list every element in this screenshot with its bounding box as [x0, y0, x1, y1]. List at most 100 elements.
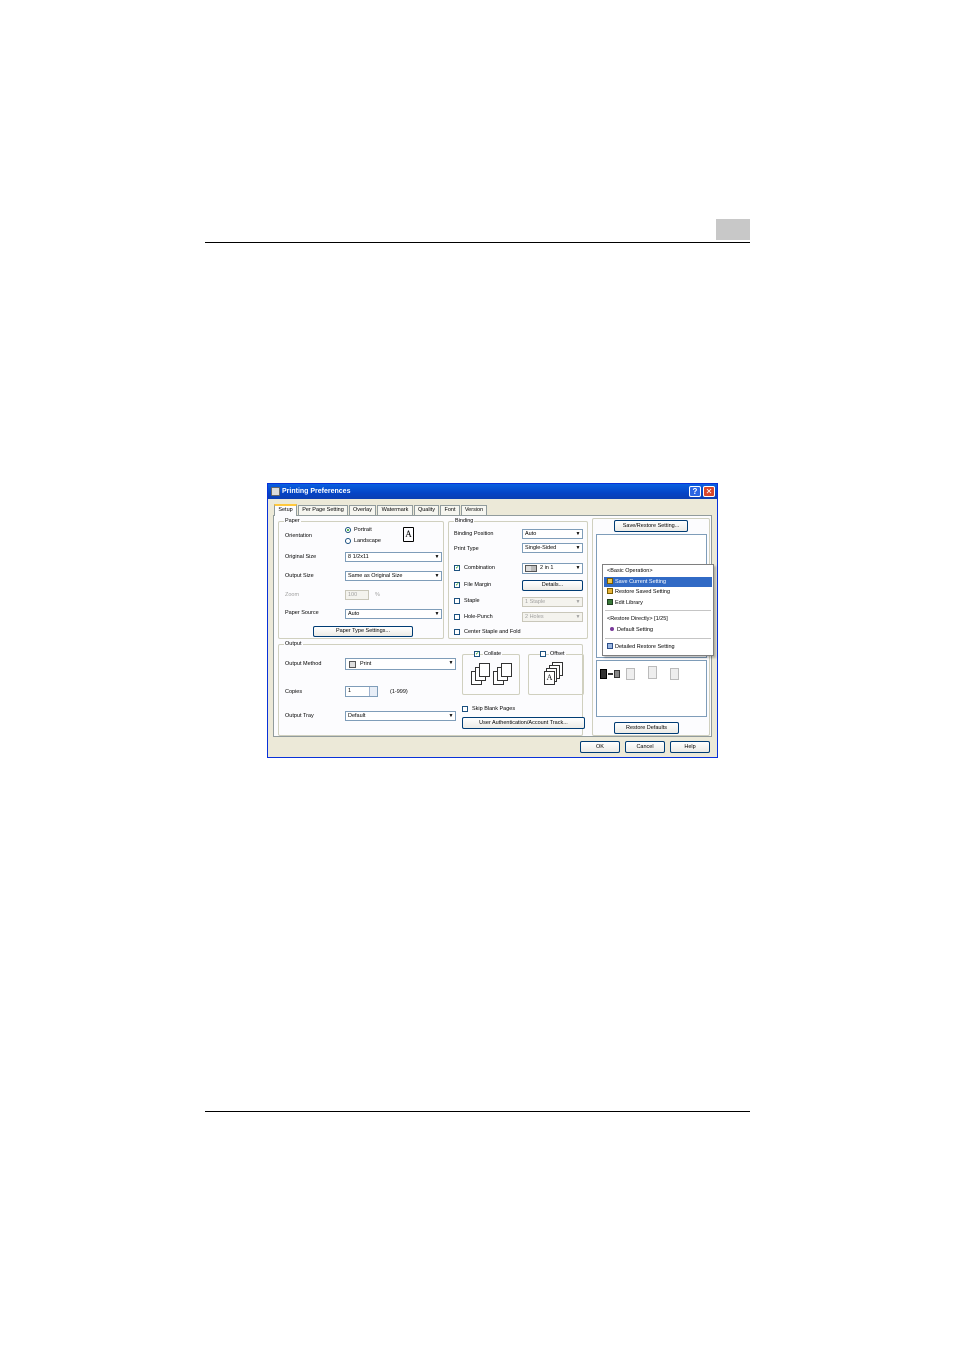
hole-punch-checkbox[interactable]	[454, 614, 460, 620]
menu-header-basic: <Basic Operation>	[607, 568, 653, 574]
original-size-select[interactable]: 8 1/2x11 ▼	[345, 552, 442, 562]
print-type-select[interactable]: Single-Sided ▼	[522, 543, 583, 553]
tray-icon	[614, 670, 620, 678]
zoom-unit: %	[375, 592, 380, 598]
landscape-radio[interactable]	[345, 538, 351, 544]
tab-setup[interactable]: Setup	[274, 504, 297, 516]
offset-label[interactable]: Offset	[549, 650, 566, 658]
question-icon: ?	[692, 487, 698, 496]
binding-position-select[interactable]: Auto ▼	[522, 529, 583, 539]
print-type-label: Print Type	[454, 546, 479, 552]
paper-source-select[interactable]: Auto ▼	[345, 609, 442, 619]
original-size-value: 8 1/2x11	[348, 554, 369, 560]
tab-per-page-setting[interactable]: Per Page Setting	[298, 505, 348, 515]
tab-watermark[interactable]: Watermark	[377, 505, 413, 515]
output-tray-select[interactable]: Default ▼	[345, 711, 456, 721]
user-authentication-button[interactable]: User Authentication/Account Track...	[462, 717, 585, 729]
help-button[interactable]: Help	[670, 741, 710, 753]
output-method-select[interactable]: Print ▼	[345, 658, 456, 670]
staple-checkbox[interactable]	[454, 598, 460, 604]
menu-separator	[605, 638, 711, 639]
finishing-preview	[596, 660, 707, 717]
close-button[interactable]: ✕	[703, 486, 715, 497]
combination-checkbox[interactable]: ✓	[454, 565, 460, 571]
help-title-button[interactable]: ?	[689, 486, 701, 497]
save-restore-menu: <Basic Operation> Save Current Setting R…	[602, 564, 714, 656]
chevron-down-icon: ▼	[574, 598, 582, 606]
combination-label[interactable]: Combination	[464, 564, 495, 572]
collate-label[interactable]: Collate	[483, 650, 503, 658]
bullet-icon	[610, 627, 614, 631]
zoom-spinner[interactable]: 100	[345, 590, 369, 600]
hole-punch-label[interactable]: Hole-Punch	[464, 613, 493, 621]
save-icon	[607, 578, 613, 584]
output-group-label: Output	[284, 640, 303, 648]
file-margin-checkbox[interactable]: ✓	[454, 582, 460, 588]
menu-item-restore-saved[interactable]: Restore Saved Setting	[604, 587, 712, 597]
offset-checkbox[interactable]	[540, 651, 546, 657]
offset-box: Offset A	[528, 650, 584, 695]
tab-quality[interactable]: Quality	[414, 505, 439, 515]
staple-select[interactable]: 1 Staple ▼	[522, 597, 583, 607]
folder-icon	[607, 588, 613, 594]
menu-item-default-setting-label: Default Setting	[617, 627, 654, 633]
device-icon	[600, 669, 607, 679]
chevron-down-icon: ▼	[574, 613, 582, 621]
center-staple-label[interactable]: Center Staple and Fold	[464, 628, 521, 636]
binding-group: Binding Binding Position Auto ▼ Print Ty…	[448, 517, 588, 639]
copies-range: (1-999)	[390, 689, 408, 695]
paper-group: Paper Orientation Portrait Landscape A O…	[278, 517, 444, 639]
menu-item-default-setting[interactable]: Default Setting	[604, 625, 712, 635]
zoom-value: 100	[348, 592, 358, 598]
collate-checkbox[interactable]: ✓	[474, 651, 480, 657]
original-size-label: Original Size	[285, 554, 317, 560]
chevron-down-icon: ▼	[447, 712, 455, 720]
staple-label[interactable]: Staple	[464, 597, 480, 605]
print-type-value: Single-Sided	[525, 545, 557, 551]
booklet-option-icon	[648, 666, 657, 679]
output-size-select[interactable]: Same as Original Size ▼	[345, 571, 442, 581]
chapter-marker	[716, 219, 750, 240]
tab-font[interactable]: Font	[440, 505, 460, 515]
output-method-label: Output Method	[285, 661, 322, 667]
menu-item-detailed-restore[interactable]: Detailed Restore Setting	[604, 642, 712, 652]
combination-layout-icon	[525, 565, 537, 572]
paper-group-label: Paper	[284, 517, 301, 525]
orientation-glyph: A	[405, 529, 412, 539]
output-tray-label: Output Tray	[285, 713, 314, 719]
combination-select[interactable]: 2 in 1 ▼	[522, 563, 583, 574]
file-margin-label[interactable]: File Margin	[464, 581, 491, 589]
paper-type-settings-button[interactable]: Paper Type Settings...	[313, 626, 413, 637]
save-restore-button[interactable]: Save/Restore Setting...	[614, 520, 688, 532]
copies-spinner[interactable]: 1	[345, 686, 378, 697]
details-button[interactable]: Details...	[522, 580, 583, 591]
menu-item-edit-library[interactable]: Edit Library	[604, 598, 712, 608]
staple-option-icon	[670, 668, 679, 680]
menu-separator	[605, 610, 711, 611]
tab-version[interactable]: Version	[461, 505, 487, 515]
portrait-label[interactable]: Portrait	[354, 526, 372, 534]
title-bar[interactable]: Printing Preferences ? ✕	[268, 484, 717, 499]
hole-punch-select[interactable]: 2 Holes ▼	[522, 612, 583, 622]
restore-defaults-button[interactable]: Restore Defaults	[614, 722, 679, 734]
copies-value: 1	[348, 688, 352, 694]
landscape-label[interactable]: Landscape	[354, 537, 381, 545]
skip-blank-checkbox[interactable]	[462, 706, 468, 712]
menu-item-save-current[interactable]: Save Current Setting	[604, 577, 712, 587]
portrait-radio[interactable]	[345, 527, 351, 533]
close-icon: ✕	[705, 487, 713, 496]
chevron-down-icon: ▼	[574, 530, 582, 538]
menu-item-restore-saved-label: Restore Saved Setting	[615, 589, 671, 595]
header-rule	[205, 242, 750, 243]
cancel-button[interactable]: Cancel	[625, 741, 665, 753]
skip-blank-label[interactable]: Skip Blank Pages	[472, 705, 515, 713]
output-method-value: Print	[360, 661, 372, 667]
output-group: Output Output Method Print ▼ Copies 1 (1…	[278, 640, 585, 736]
orientation-label: Orientation	[285, 533, 312, 539]
menu-header-restore-directly: <Restore Directly> [1/25]	[607, 616, 668, 622]
orientation-preview-icon: A	[403, 527, 414, 542]
paper-source-value: Auto	[348, 611, 360, 617]
center-staple-checkbox[interactable]	[454, 629, 460, 635]
ok-button[interactable]: OK	[580, 741, 620, 753]
tab-overlay[interactable]: Overlay	[349, 505, 376, 515]
